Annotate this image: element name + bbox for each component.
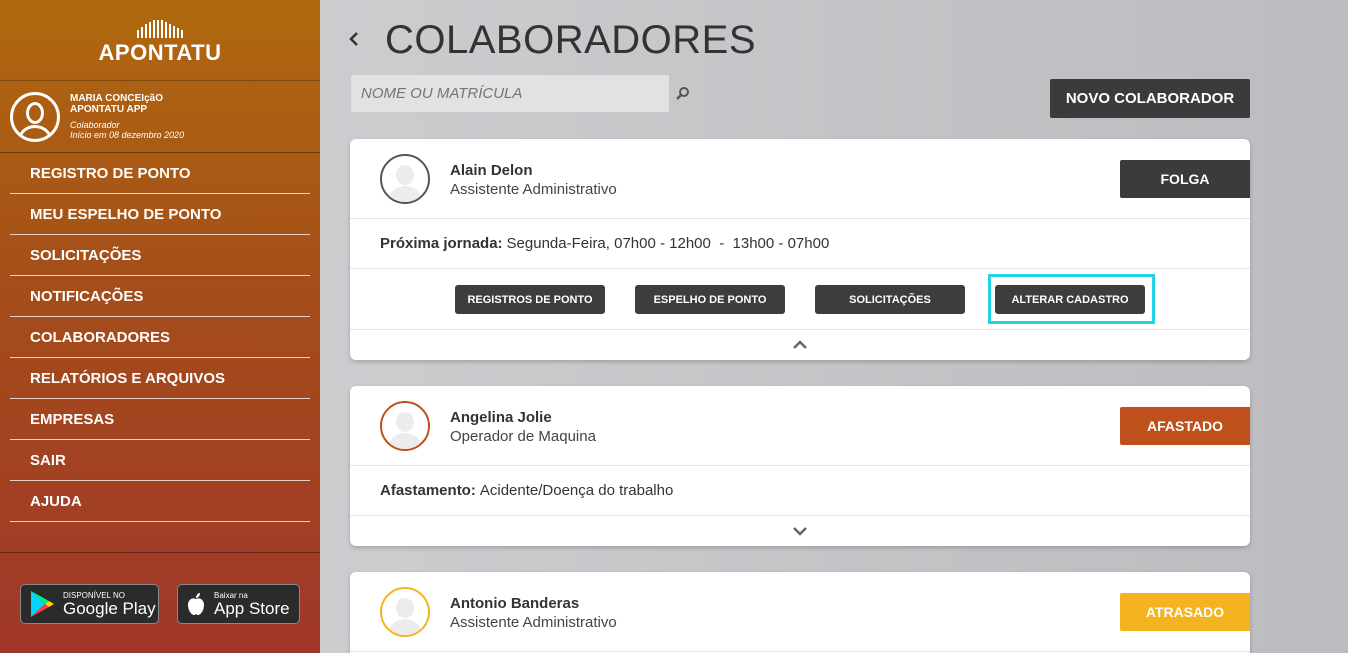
info-label: Afastamento:	[380, 482, 476, 499]
expand-toggle[interactable]	[350, 516, 1250, 546]
status-badge: ATRASADO	[1120, 593, 1250, 631]
menu-item-notificacoes[interactable]: NOTIFICAÇÕES	[10, 276, 310, 317]
employee-actions: REGISTROS DE PONTO ESPELHO DE PONTO SOLI…	[350, 269, 1250, 330]
info-label: Próxima jornada:	[380, 235, 503, 252]
next-shift-row: Próxima jornada: Segunda-Feira, 07h00 - …	[350, 219, 1250, 269]
logo-text: APONTATU	[98, 40, 222, 65]
search-icon[interactable]	[675, 86, 691, 102]
status-badge: AFASTADO	[1120, 407, 1250, 445]
employee-card: Antonio Banderas Assistente Administrati…	[350, 572, 1250, 653]
avatar	[380, 587, 430, 637]
app-store-big: App Store	[214, 598, 290, 618]
employee-card: Alain Delon Assistente Administrativo FO…	[350, 139, 1250, 360]
menu-item-relatorios-e-arquivos[interactable]: RELATÓRIOS E ARQUIVOS	[10, 358, 310, 399]
employee-role: Assistente Administrativo	[450, 614, 617, 631]
chevron-up-icon	[793, 340, 807, 349]
new-collaborator-button[interactable]: NOVO COLABORADOR	[1050, 79, 1250, 118]
alterar-cadastro-button[interactable]: ALTERAR CADASTRO	[995, 285, 1145, 314]
menu-item-empresas[interactable]: EMPRESAS	[10, 399, 310, 440]
store-badges: DISPONÍVEL NO Google Play Baixar na App …	[0, 552, 320, 653]
menu-item-solicitacoes[interactable]: SOLICITAÇÕES	[10, 235, 310, 276]
logo-bars-icon	[137, 20, 183, 38]
menu-item-sair[interactable]: SAIR	[10, 440, 310, 481]
employee-name[interactable]: Alain Delon	[450, 162, 533, 179]
status-badge: FOLGA	[1120, 160, 1250, 198]
google-play-icon	[31, 591, 54, 617]
menu-item-meu-espelho-de-ponto[interactable]: MEU ESPELHO DE PONTO	[10, 194, 310, 235]
avatar	[380, 401, 430, 451]
menu-item-ajuda[interactable]: AJUDA	[10, 481, 310, 522]
solicitacoes-button[interactable]: SOLICITAÇÕES	[815, 285, 965, 314]
chevron-down-icon	[793, 527, 807, 536]
employee-name[interactable]: Antonio Banderas	[450, 595, 579, 612]
user-avatar-icon	[10, 91, 60, 142]
brand-logo[interactable]: APONTATU	[0, 0, 320, 80]
page-title: COLABORADORES	[385, 18, 757, 62]
employee-role: Assistente Administrativo	[450, 181, 617, 198]
google-play-button[interactable]: DISPONÍVEL NO Google Play	[20, 584, 159, 624]
chevron-left-icon[interactable]	[348, 28, 360, 54]
menu-item-colaboradores[interactable]: COLABORADORES	[10, 317, 310, 358]
app-store-button[interactable]: Baixar na App Store	[177, 584, 300, 624]
registros-de-ponto-button[interactable]: REGISTROS DE PONTO	[455, 285, 605, 314]
user-role: Colaborador	[70, 119, 120, 130]
search-input[interactable]	[350, 74, 670, 113]
collapse-toggle[interactable]	[350, 330, 1250, 360]
user-name-line1: MARIA CONCEIçãO	[70, 92, 163, 104]
menu-item-registro-de-ponto[interactable]: REGISTRO DE PONTO	[10, 153, 310, 194]
employee-name[interactable]: Angelina Jolie	[450, 409, 552, 426]
info-value: Segunda-Feira, 07h00 - 12h00 - 13h00 - 0…	[506, 235, 830, 252]
info-value: Acidente/Doença do trabalho	[479, 482, 674, 499]
sidebar: APONTATU MARIA CONCEIçãO APONTATU APP Co…	[0, 0, 320, 653]
espelho-de-ponto-button[interactable]: ESPELHO DE PONTO	[635, 285, 785, 314]
sidebar-menu: REGISTRO DE PONTO MEU ESPELHO DE PONTO S…	[0, 153, 320, 522]
user-name-line2: APONTATU APP	[70, 104, 148, 116]
user-profile: MARIA CONCEIçãO APONTATU APP Colaborador…	[0, 80, 320, 153]
main-content: COLABORADORES NOVO COLABORADOR Alain Del…	[320, 0, 1348, 653]
avatar	[380, 154, 430, 204]
employee-role: Operador de Maquina	[450, 428, 596, 445]
employee-card: Angelina Jolie Operador de Maquina AFAST…	[350, 386, 1250, 546]
apple-icon	[188, 593, 204, 615]
leave-row: Afastamento: Acidente/Doença do trabalho	[350, 466, 1250, 516]
google-play-big: Google Play	[63, 598, 156, 618]
user-since: Início em 08 dezembro 2020	[70, 130, 185, 140]
